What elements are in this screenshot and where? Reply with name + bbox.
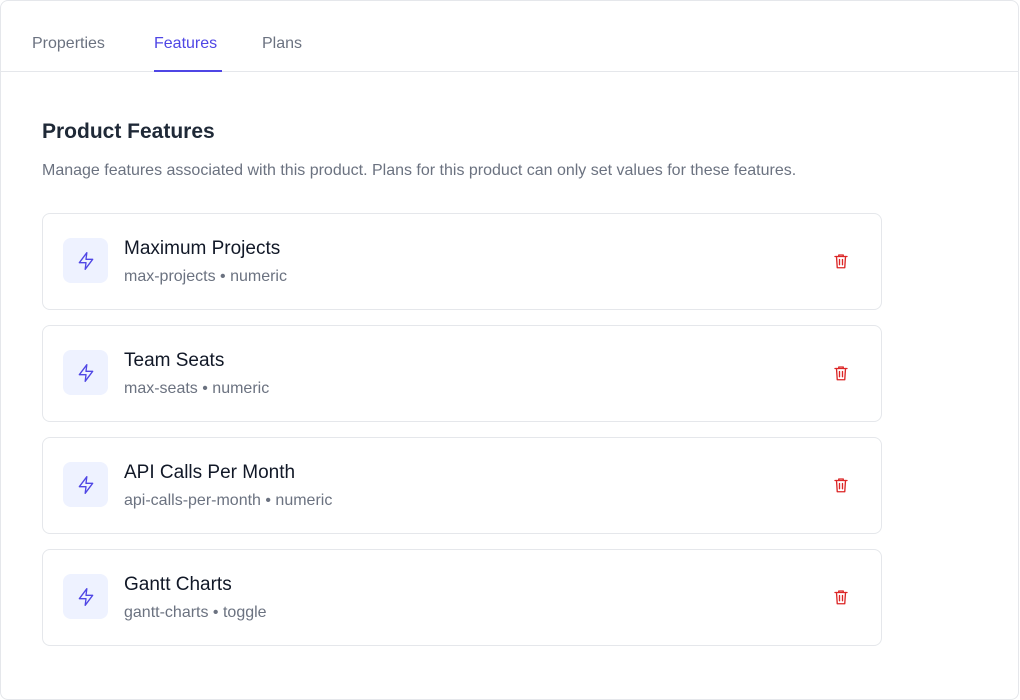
feature-card: Gantt Charts gantt-charts • toggle: [42, 549, 882, 646]
feature-name: Team Seats: [124, 350, 225, 371]
feature-key-type: max-seats • numeric: [124, 380, 270, 397]
page-title: Product Features: [42, 120, 215, 143]
feature-card: Team Seats max-seats • numeric: [42, 325, 882, 422]
trash-icon: [834, 478, 848, 493]
feature-name: Gantt Charts: [124, 574, 232, 595]
lightning-icon: [63, 350, 108, 395]
delete-feature-button[interactable]: [831, 251, 851, 271]
active-tab-indicator: [154, 70, 222, 72]
trash-icon: [834, 366, 848, 381]
lightning-icon: [63, 238, 108, 283]
delete-feature-button[interactable]: [831, 475, 851, 495]
trash-icon: [834, 254, 848, 269]
tab-plans[interactable]: Plans: [262, 34, 302, 54]
feature-key-type: max-projects • numeric: [124, 268, 287, 285]
delete-feature-button[interactable]: [831, 363, 851, 383]
feature-name: Maximum Projects: [124, 238, 281, 259]
product-panel: Properties Features Plans Product Featur…: [0, 0, 1019, 700]
trash-icon: [834, 590, 848, 605]
feature-name: API Calls Per Month: [124, 462, 296, 483]
feature-key-type: api-calls-per-month • numeric: [124, 492, 333, 509]
tab-properties[interactable]: Properties: [32, 34, 105, 54]
delete-feature-button[interactable]: [831, 587, 851, 607]
lightning-icon: [63, 462, 108, 507]
feature-key-type: gantt-charts • toggle: [124, 604, 267, 621]
feature-card: API Calls Per Month api-calls-per-month …: [42, 437, 882, 534]
feature-card: Maximum Projects max-projects • numeric: [42, 213, 882, 310]
lightning-icon: [63, 574, 108, 619]
tab-features[interactable]: Features: [154, 34, 217, 54]
section-description: Manage features associated with this pro…: [42, 162, 797, 179]
tab-bar: Properties Features Plans: [1, 1, 1018, 72]
